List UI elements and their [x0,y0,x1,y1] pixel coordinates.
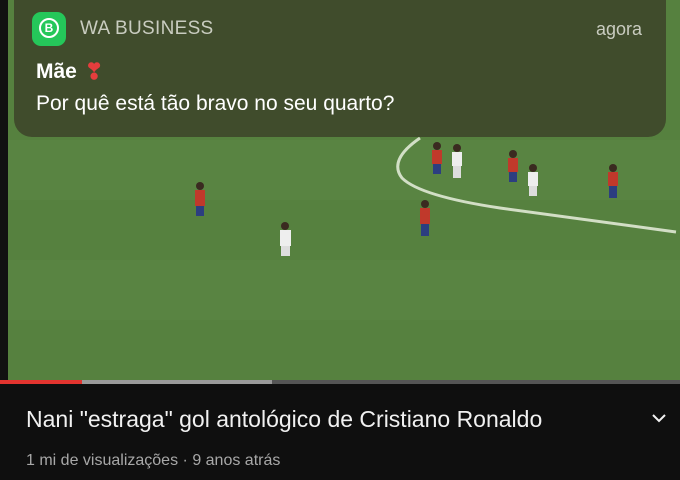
whatsapp-business-icon: B [32,12,66,46]
video-title[interactable]: Nani "estraga" gol antológico de Cristia… [26,406,542,433]
heart-exclamation-icon: ❣ [84,59,104,84]
player-white-2 [452,144,462,178]
video-metadata: 1 mi de visualizações · 9 anos atrás [26,452,280,470]
sender-name: Mãe [36,60,77,83]
view-count: 1 mi de visualizações [26,452,179,469]
app-icon-letter: B [39,18,59,38]
chevron-down-icon[interactable] [650,412,668,424]
notification-sender: Mãe ❣ [36,60,103,84]
notification-time: agora [595,19,642,39]
notification-banner[interactable]: B WA BUSINESS agora Mãe ❣ Por quê está t… [14,0,666,137]
player-white-3 [528,164,538,196]
progress-played [0,380,82,384]
meta-separator: · [182,452,188,469]
player-red-3 [432,142,442,174]
upload-age: 9 anos atrás [192,452,281,469]
player-red-5 [608,164,618,198]
video-progress-bar[interactable] [0,380,680,384]
notification-app-name: WA BUSINESS [80,18,214,39]
notification-header: B WA BUSINESS [32,12,214,46]
notification-message: Por quê está tão bravo no seu quarto? [36,92,395,115]
player-red-2 [420,200,430,236]
video-left-border [0,0,8,380]
player-red-4 [508,150,518,182]
player-red-1 [195,182,205,216]
